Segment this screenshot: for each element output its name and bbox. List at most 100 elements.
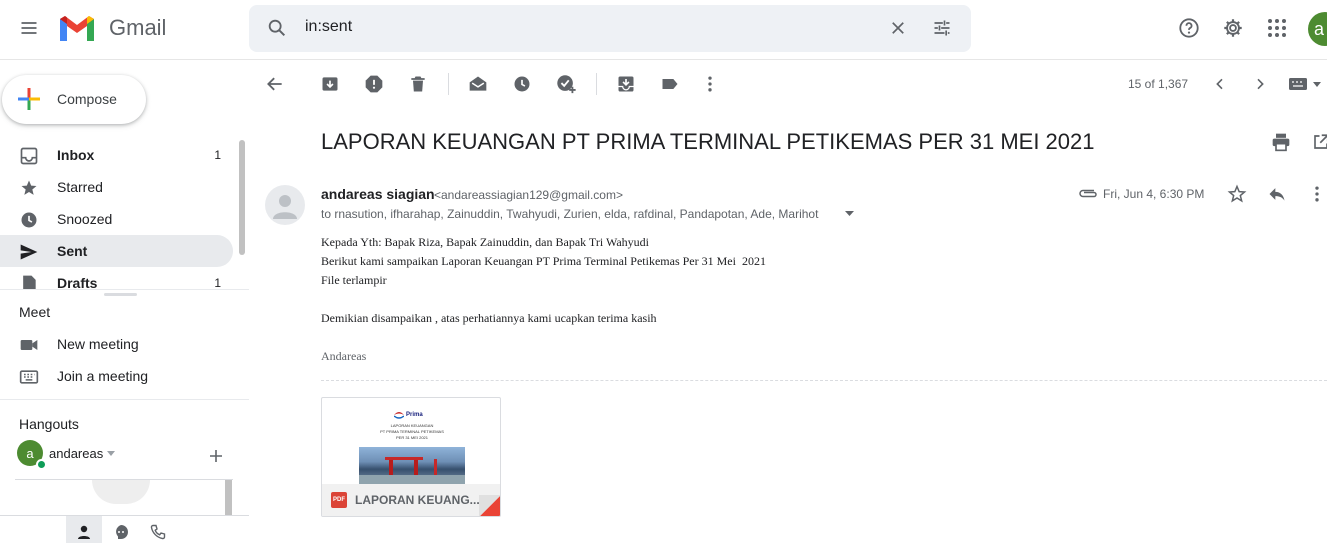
gear-icon	[1224, 19, 1242, 37]
move-to-button[interactable]	[606, 64, 646, 104]
support-button[interactable]	[1169, 8, 1209, 48]
person-icon	[273, 195, 297, 219]
hangouts-scrollbar[interactable]	[225, 480, 232, 515]
newer-button[interactable]	[1200, 64, 1240, 104]
help-icon	[1179, 18, 1199, 38]
search-input[interactable]: in:sent	[305, 18, 352, 36]
delete-button[interactable]	[398, 64, 438, 104]
join-meeting-item[interactable]: Join a meeting	[0, 360, 233, 392]
send-icon	[20, 244, 38, 260]
open-in-new-window-button[interactable]	[1301, 122, 1327, 162]
attachment-preview-text: LAPORAN KEUANGAN PT PRIMA TERMINAL PETIK…	[362, 423, 462, 441]
attachment-preview-image	[359, 447, 465, 484]
report-spam-button[interactable]	[354, 64, 394, 104]
new-meeting-label: New meeting	[57, 336, 139, 352]
main-menu-button[interactable]	[9, 8, 49, 48]
attachment-icon	[1079, 189, 1097, 198]
draft-count: 1	[214, 276, 221, 289]
sidebar-item-label: Starred	[57, 179, 103, 195]
attachment-preview-logo: Prima	[394, 411, 423, 419]
message-date: Fri, Jun 4, 6:30 PM	[1103, 187, 1205, 201]
labels-button[interactable]	[650, 64, 690, 104]
sender-email: <andareassiagian129@gmail.com>	[434, 188, 623, 202]
clear-search-button[interactable]	[878, 8, 918, 48]
close-icon	[892, 22, 904, 34]
arrow-back-icon	[267, 77, 282, 91]
mark-unread-icon	[469, 76, 487, 91]
sender-avatar[interactable]	[265, 185, 305, 225]
person-icon[interactable]	[76, 524, 92, 540]
settings-button[interactable]	[1213, 8, 1253, 48]
message-more-button[interactable]	[1297, 174, 1327, 214]
videocam-icon	[20, 340, 38, 350]
sidebar-item-sent[interactable]: Sent	[0, 235, 233, 267]
toolbar-separator	[596, 73, 597, 95]
recipients-list: to rnasution, ifharahap, Zainuddin, Twah…	[321, 207, 819, 221]
pagination-count: 15 of 1,367	[1128, 77, 1189, 91]
input-tools-button[interactable]	[1285, 73, 1327, 95]
account-avatar[interactable]: a	[1308, 12, 1327, 46]
phone-icon[interactable]	[150, 524, 166, 540]
apps-grid-icon	[1268, 19, 1286, 37]
caret-down-icon[interactable]	[107, 451, 115, 457]
chevron-left-icon	[1216, 78, 1223, 90]
sidebar-item-label: Snoozed	[57, 211, 113, 227]
search-button[interactable]	[257, 8, 297, 48]
search-bar[interactable]: in:sent	[249, 5, 971, 52]
sidebar-item-starred[interactable]: Starred	[0, 171, 233, 203]
snooze-button[interactable]	[502, 64, 542, 104]
move-to-inbox-icon	[618, 76, 634, 92]
show-details-icon[interactable]	[845, 211, 854, 217]
hangouts-heading: Hangouts	[19, 416, 79, 432]
body-line: File terlampir	[321, 273, 387, 287]
meet-heading: Meet	[19, 304, 51, 320]
more-actions-button[interactable]	[690, 64, 730, 104]
add-to-tasks-button[interactable]	[546, 64, 586, 104]
attachment-card[interactable]: Prima LAPORAN KEUANGAN PT PRIMA TERMINAL…	[321, 397, 501, 517]
apps-button[interactable]	[1257, 8, 1297, 48]
star-button[interactable]	[1217, 174, 1257, 214]
footer-divider	[0, 515, 249, 516]
email-subject: LAPORAN KEUANGAN PT PRIMA TERMINAL PETIK…	[321, 129, 1095, 154]
gmail-logo[interactable]	[58, 15, 96, 48]
join-meeting-label: Join a meeting	[57, 368, 149, 384]
signature: Andareas	[321, 349, 367, 363]
pdf-icon: PDF	[331, 492, 347, 508]
back-button[interactable]	[255, 64, 295, 104]
sidebar-item-drafts[interactable]: Drafts 1	[0, 267, 233, 289]
sidebar-item-inbox[interactable]: Inbox 1	[0, 139, 233, 171]
draft-icon	[23, 275, 36, 289]
clock-icon	[21, 212, 37, 228]
mark-unread-button[interactable]	[458, 64, 498, 104]
new-meeting-item[interactable]: New meeting	[0, 328, 233, 360]
archive-icon	[322, 77, 338, 91]
sidebar-item-snoozed[interactable]: Snoozed	[0, 203, 233, 235]
body-line: Demikian disampaikan , atas perhatiannya…	[321, 311, 657, 325]
toolbar-separator	[448, 73, 449, 95]
compose-button[interactable]: Compose	[2, 75, 146, 124]
reply-button[interactable]	[1257, 174, 1297, 214]
preview-line: PER 31 MEI 2021	[395, 435, 429, 440]
star-outline-icon	[1227, 184, 1247, 203]
menu-icon	[21, 22, 37, 34]
older-button[interactable]	[1240, 64, 1280, 104]
print-all-button[interactable]	[1261, 122, 1301, 162]
online-status-dot	[36, 459, 47, 470]
sidebar-scrollbar[interactable]	[239, 140, 245, 255]
panel-resize-handle[interactable]	[104, 293, 137, 296]
chat-icon[interactable]	[113, 524, 129, 540]
tune-icon	[934, 20, 950, 36]
sidebar-divider	[0, 399, 249, 400]
hangouts-user-name[interactable]: andareas	[49, 446, 103, 461]
archive-button[interactable]	[310, 64, 350, 104]
clock-icon	[514, 76, 530, 92]
search-options-button[interactable]	[922, 8, 962, 48]
reply-icon	[1269, 188, 1285, 201]
brand-name: Prima	[406, 412, 423, 418]
more-vert-icon	[708, 76, 712, 92]
page-fold-icon	[479, 495, 500, 516]
attachment-footer: PDF LAPORAN KEUANG...	[322, 484, 500, 516]
top-header: Gmail in:sent a	[0, 0, 1327, 60]
add-contact-icon[interactable]	[209, 449, 223, 463]
sender-name[interactable]: andareas siagian	[321, 186, 435, 202]
